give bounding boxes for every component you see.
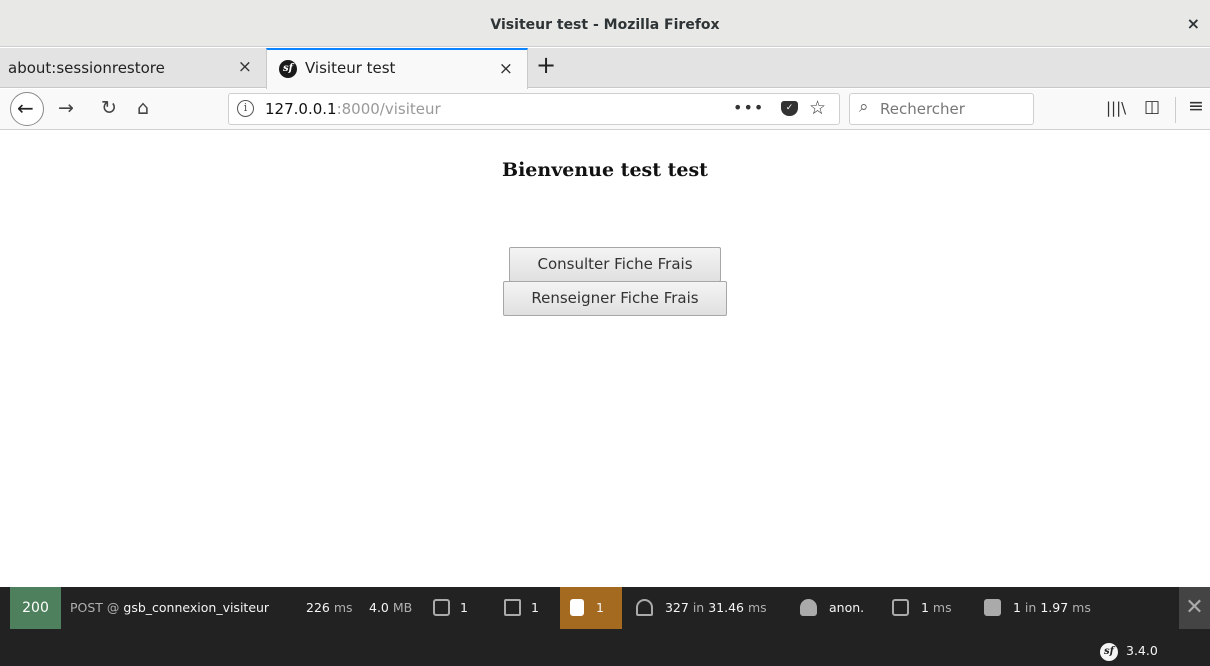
request-info[interactable]: POST @ gsb_connexion_visiteur (70, 587, 269, 629)
tab-bar: about:sessionrestore × sf Visiteur test … (0, 48, 1210, 89)
user-icon (800, 598, 817, 616)
tab-sessionrestore[interactable]: about:sessionrestore × (0, 48, 266, 88)
search-placeholder: Rechercher (880, 100, 965, 118)
status-code-badge[interactable]: 200 (10, 587, 61, 629)
home-button[interactable]: ⌂ (137, 97, 149, 119)
library-icon[interactable]: |||\ (1106, 99, 1126, 117)
forms-count: 1 (459, 600, 468, 615)
request-time[interactable]: 226 ms (306, 587, 353, 629)
url-host: 127.0.0.1 (265, 100, 337, 118)
cache-panel[interactable]: 327 in 31.46 ms (636, 587, 767, 629)
title-bar: Visiteur test - Mozilla Firefox × (0, 0, 1210, 47)
back-arrow-icon: ← (17, 96, 34, 120)
url-bar[interactable]: i 127.0.0.1:8000/visiteur ••• ✓ ☆ (228, 93, 840, 125)
toolbar-close-button[interactable]: ✕ (1179, 587, 1210, 629)
database-icon (984, 598, 1001, 616)
tab-close-icon[interactable]: × (238, 57, 252, 77)
hamburger-menu-icon[interactable]: ≡ (1188, 95, 1204, 117)
route-name: gsb_connexion_visiteur (123, 600, 270, 615)
forward-button[interactable]: → (58, 97, 74, 119)
reload-button[interactable]: ↻ (101, 97, 117, 119)
toolbar-separator (1175, 97, 1176, 123)
url-path: :8000/visiteur (336, 100, 441, 118)
tab-visiteur-test[interactable]: sf Visiteur test × (266, 48, 528, 89)
logs-count: 1 (530, 600, 539, 615)
pocket-icon[interactable]: ✓ (781, 101, 798, 116)
page-actions-icon[interactable]: ••• (733, 98, 764, 117)
back-button[interactable]: ← (10, 92, 44, 126)
bookmark-star-icon[interactable]: ☆ (809, 97, 826, 119)
db-unit: ms (1072, 600, 1091, 615)
window-close-button[interactable]: × (1187, 14, 1200, 33)
forms-panel[interactable]: 1 (433, 587, 468, 629)
tab-label: about:sessionrestore (8, 59, 165, 77)
security-panel[interactable]: anon. (800, 587, 864, 629)
warning-icon (570, 598, 584, 616)
cache-unit: ms (748, 600, 767, 615)
user-name: anon. (828, 600, 865, 615)
database-panel[interactable]: 1 in 1.97 ms (984, 587, 1091, 629)
symfony-logo-icon: sf (1100, 642, 1118, 661)
symfony-debug-toolbar: 200 POST @ gsb_connexion_visiteur 226 ms… (0, 587, 1210, 666)
symfony-version[interactable]: sf 3.4.0 (1100, 642, 1158, 661)
clipboard-icon (504, 598, 521, 616)
navigation-bar: ← → ↻ ⌂ i 127.0.0.1:8000/visiteur ••• ✓ … (0, 89, 1210, 130)
url-text[interactable]: 127.0.0.1:8000/visiteur (265, 100, 441, 118)
window-title: Visiteur test - Mozilla Firefox (490, 17, 720, 33)
renseigner-fiche-frais-button[interactable]: Renseigner Fiche Frais (503, 281, 727, 316)
page-content: Bienvenue test test Consulter Fiche Frai… (0, 131, 1210, 587)
site-info-icon[interactable]: i (237, 100, 254, 117)
sidebar-icon[interactable]: ◫ (1144, 97, 1160, 117)
symfony-favicon-icon: sf (279, 60, 297, 78)
version-text: 3.4.0 (1126, 643, 1158, 658)
twig-panel[interactable]: 1 ms (892, 587, 952, 629)
layers-icon (636, 598, 653, 616)
warnings-count: 1 (595, 600, 604, 615)
db-in: in (1024, 600, 1037, 615)
form-checkbox-icon (433, 598, 450, 616)
request-method: POST @ (70, 600, 120, 615)
cache-time: 31.46 (708, 600, 745, 615)
time-value: 226 (306, 600, 330, 615)
tab-label: Visiteur test (305, 59, 396, 77)
search-bar[interactable]: ⌕ Rechercher (849, 93, 1034, 125)
new-tab-button[interactable]: + (536, 51, 556, 79)
memory-usage[interactable]: 4.0 MB (369, 587, 412, 629)
page-title: Bienvenue test test (502, 159, 708, 181)
memory-unit: MB (392, 600, 413, 615)
search-icon: ⌕ (859, 97, 869, 117)
firefox-window: Visiteur test - Mozilla Firefox × about:… (0, 0, 1210, 666)
consulter-fiche-frais-button[interactable]: Consulter Fiche Frais (509, 247, 721, 282)
memory-value: 4.0 (369, 600, 389, 615)
twig-unit: ms (932, 600, 952, 615)
twig-time: 1 (920, 600, 929, 615)
cache-count: 327 (664, 600, 689, 615)
db-count: 1 (1012, 600, 1021, 615)
template-icon (892, 598, 909, 616)
warnings-panel[interactable]: 1 (560, 587, 622, 629)
logs-panel[interactable]: 1 (504, 587, 539, 629)
cache-in: in (692, 600, 705, 615)
tab-close-icon[interactable]: × (499, 59, 513, 79)
time-unit: ms (333, 600, 353, 615)
db-time: 1.97 (1040, 600, 1069, 615)
toolbar-row: 200 POST @ gsb_connexion_visiteur 226 ms… (0, 587, 1210, 629)
